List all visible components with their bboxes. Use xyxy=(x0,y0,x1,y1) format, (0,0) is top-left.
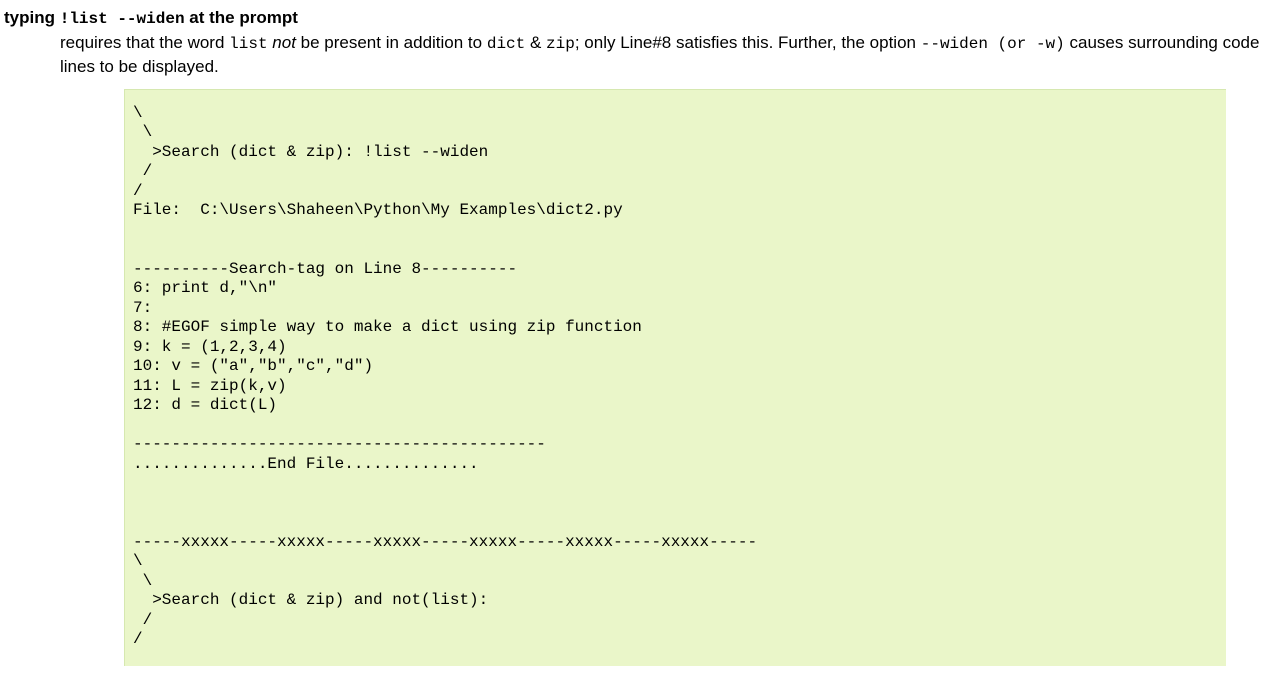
section-heading: typing !list --widen at the prompt xyxy=(4,8,1274,28)
desc-amp: & xyxy=(525,33,546,52)
heading-prefix: typing xyxy=(4,8,60,27)
desc-code-list: list xyxy=(229,35,267,53)
desc-not: not xyxy=(268,33,296,52)
desc-code-zip: zip xyxy=(546,35,575,53)
desc-text-2: be present in addition to xyxy=(296,33,487,52)
terminal-output: \ \ >Search (dict & zip): !list --widen … xyxy=(124,89,1226,666)
heading-command: !list --widen xyxy=(60,10,185,28)
heading-suffix: at the prompt xyxy=(185,8,298,27)
desc-code-dict: dict xyxy=(487,35,525,53)
desc-code-widen: --widen (or -w) xyxy=(921,35,1065,53)
desc-text-1: requires that the word xyxy=(60,33,229,52)
description-paragraph: requires that the word list not be prese… xyxy=(60,32,1270,79)
desc-text-3: ; only Line#8 satisfies this. Further, t… xyxy=(575,33,921,52)
